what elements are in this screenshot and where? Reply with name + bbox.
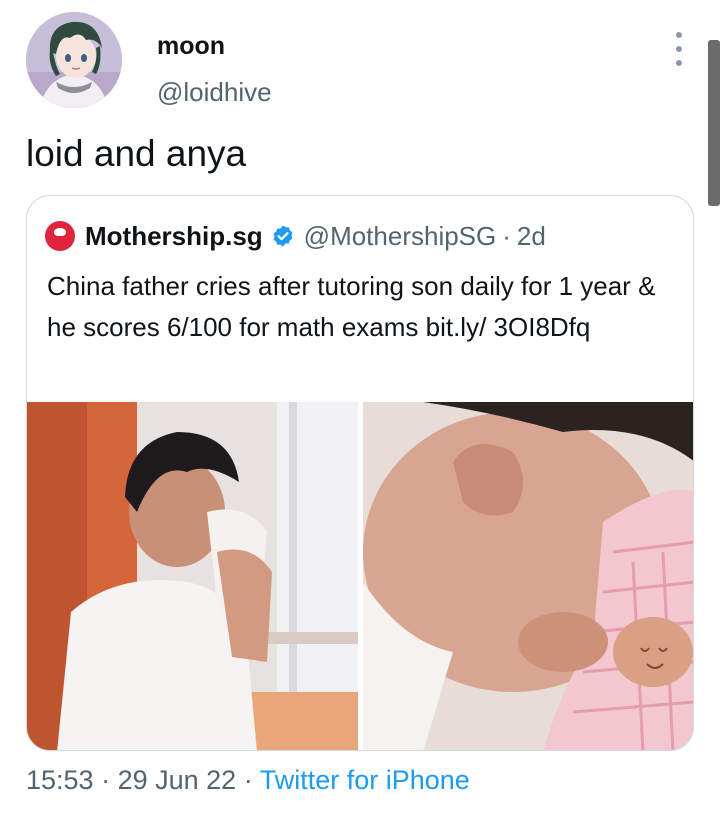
verified-badge-icon [273, 225, 293, 247]
tweet-time[interactable]: 15:53 [26, 765, 94, 795]
quoted-tweet-text: China father cries after tutoring son da… [47, 271, 656, 342]
separator-dot: · [236, 765, 260, 795]
quoted-tweet-card[interactable]: Mothership.sg @MothershipSG · 2d China f… [26, 195, 694, 751]
quoted-account-handle[interactable]: @MothershipSG [304, 221, 497, 252]
dot [676, 32, 682, 38]
tweet-text: loid and anya [26, 133, 247, 174]
tweet-meta: 15:53 · 29 Jun 22 · Twitter for iPhone [26, 765, 470, 796]
display-name[interactable]: moon [157, 32, 225, 61]
photo-man-wiping-face[interactable] [27, 402, 358, 750]
quoted-account-name[interactable]: Mothership.sg [85, 221, 263, 252]
scrollbar-thumb[interactable] [708, 40, 720, 206]
photo-man-crying-into-sleeve[interactable] [363, 402, 693, 750]
quoted-tweet-age[interactable]: 2d [517, 221, 546, 252]
separator-dot: · [502, 220, 511, 251]
tweet-date[interactable]: 29 Jun 22 [118, 765, 237, 795]
mothership-avatar[interactable] [45, 221, 75, 251]
tweet: moon @loidhive loid and anya Mothership.… [0, 0, 720, 815]
user-handle[interactable]: @loidhive [157, 77, 272, 108]
more-vertical-icon[interactable] [672, 32, 686, 66]
photo-right-image [363, 402, 693, 750]
dot [676, 60, 682, 66]
separator-dot: · [93, 765, 118, 795]
quoted-tweet-header: Mothership.sg @MothershipSG · 2d [45, 218, 546, 254]
photo-left-image [27, 402, 358, 750]
tweet-source[interactable]: Twitter for iPhone [260, 765, 470, 795]
anime-avatar-image [26, 12, 122, 108]
dot [676, 46, 682, 52]
quoted-tweet-media[interactable] [27, 402, 693, 750]
user-avatar[interactable] [26, 12, 122, 108]
